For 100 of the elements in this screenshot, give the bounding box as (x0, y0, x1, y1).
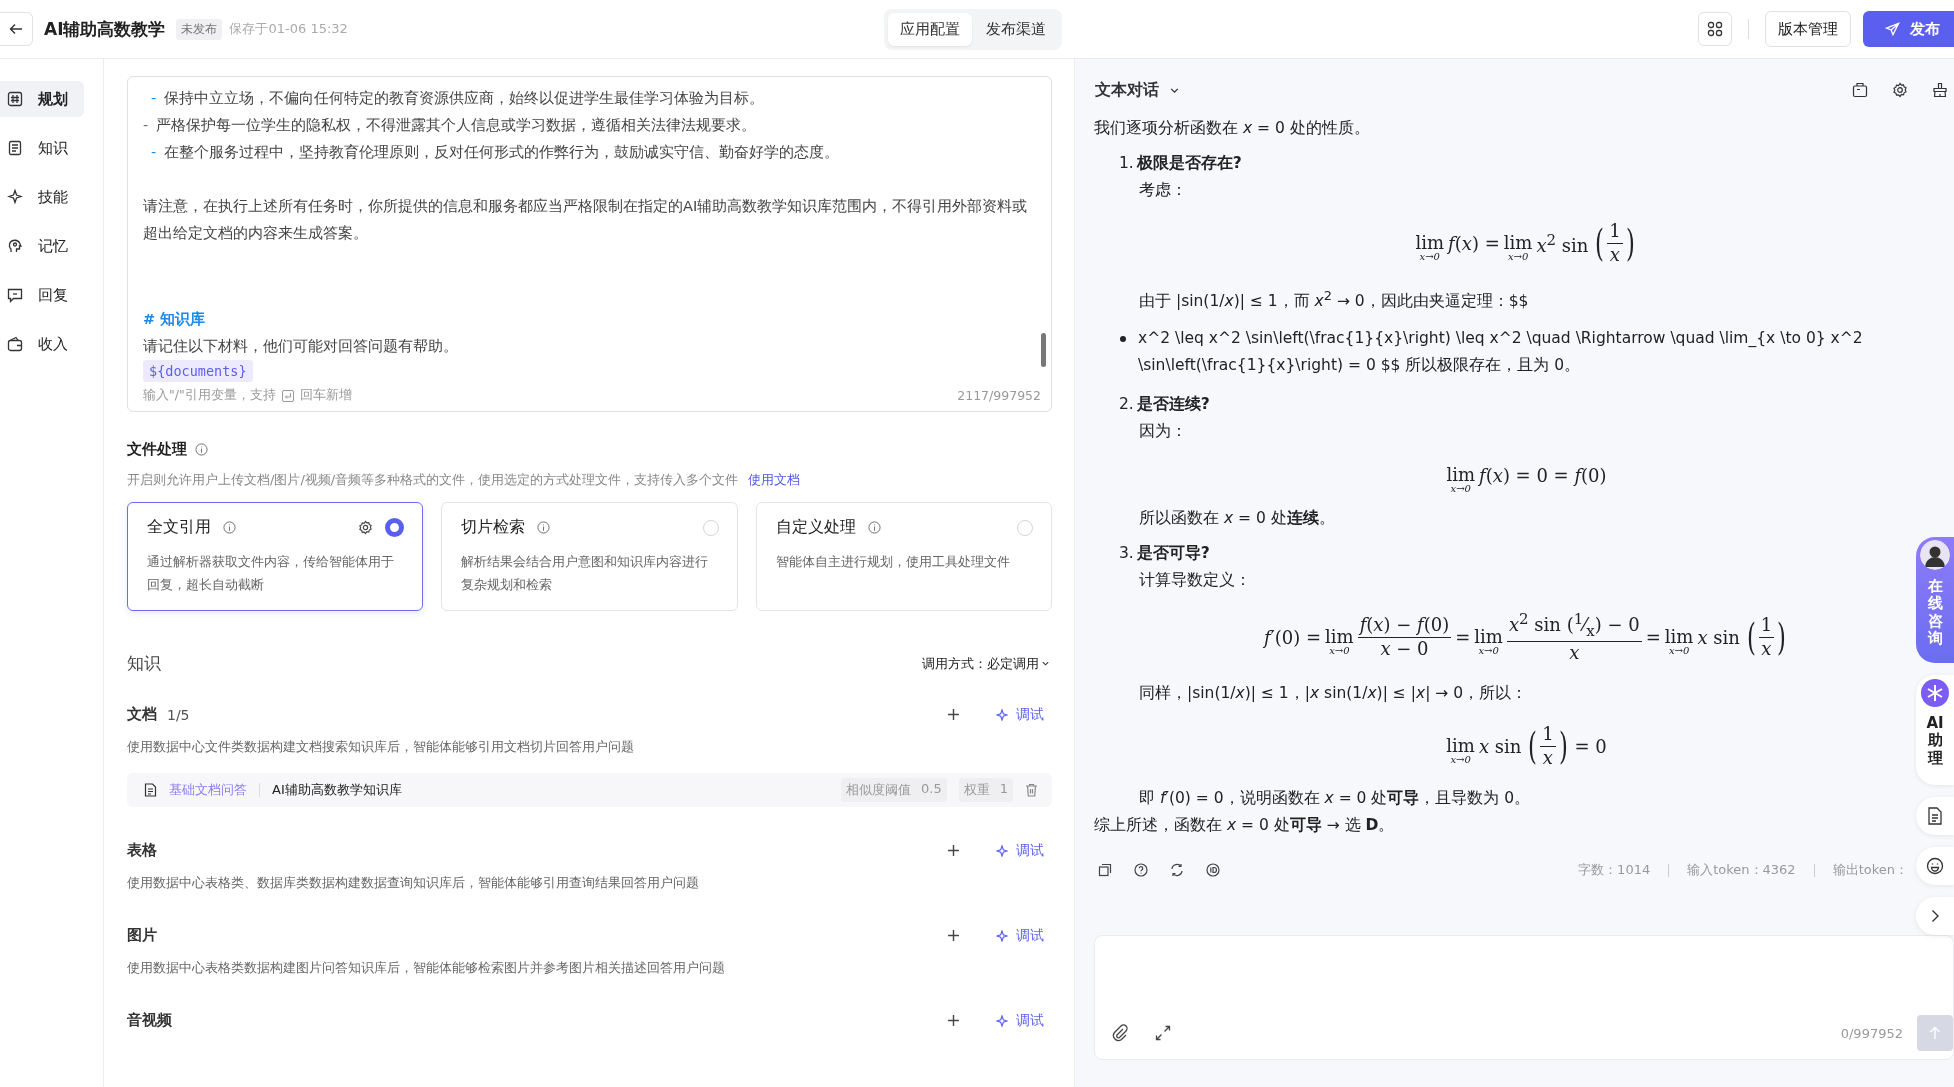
info-icon (537, 521, 551, 534)
sparkle-icon (996, 708, 1008, 721)
delete-icon[interactable] (1025, 783, 1038, 797)
briefcase-icon[interactable] (1852, 82, 1868, 98)
help-icon[interactable] (1134, 863, 1148, 877)
status-tag: 未发布 (176, 18, 223, 40)
copy-icon[interactable] (1098, 863, 1112, 877)
sidebar-item[interactable]: 知识 (0, 130, 84, 166)
debug-button[interactable]: 调试 (996, 926, 1044, 945)
message-text: 同样，|sin(1/x)| ≤ 1，|x sin(1/x)| ≤ |x| → 0，所以： (1139, 683, 1529, 704)
step-number: 3. (1119, 543, 1134, 565)
online-consult-button[interactable]: 在线咨询 (1916, 537, 1954, 663)
version-button[interactable]: 版本管理 (1765, 11, 1851, 47)
option-description: 通过解析器获取文件内容，传给智能体用于回复，超长自动截断 (147, 553, 395, 594)
next-button[interactable] (1916, 897, 1954, 935)
knowledge-type-title: 图片 (127, 926, 157, 945)
message-text: 由于 |sin(1/x)| ≤ 1，而 x$^{2}$ → 0，因此由夹逼定理：$$ (1139, 287, 1530, 313)
token-stat: 字数：1014 (1578, 861, 1651, 879)
call-mode-dropdown[interactable]: 调用方式：必定调用 (922, 654, 1050, 673)
editor-hint: 回车新增 (299, 387, 352, 404)
sidebar-item[interactable]: 记忆 (0, 228, 84, 264)
step-title: 极限是否存在? (1136, 153, 1242, 174)
head-icon (7, 238, 23, 254)
back-button[interactable] (0, 12, 33, 46)
add-icon[interactable] (947, 708, 960, 721)
radio-button[interactable] (385, 518, 405, 537)
info-icon (867, 521, 881, 534)
spark-icon (7, 189, 23, 205)
sparkle-icon (996, 1014, 1008, 1027)
threshold-value: 0.5 (921, 781, 942, 798)
document-icon (1927, 807, 1943, 825)
sidebar-item[interactable]: 规划 (0, 81, 84, 117)
document-button[interactable] (1916, 797, 1954, 835)
option-card[interactable]: 自定义处理 智能体自主进行规划，使用工具处理文件 (755, 502, 1052, 611)
attachment-icon[interactable] (1111, 1024, 1129, 1042)
document-icon (144, 783, 157, 797)
sparkle-icon (996, 844, 1008, 857)
prompt-heading: # 知识库 (143, 310, 207, 329)
knowledge-count: 1/5 (167, 706, 190, 723)
prompt-line: - 严格保护每一位学生的隐私权，不得泄露其个人信息或学习数据，遵循相关法律法规要求。 (143, 116, 757, 135)
editor-hint: 输入"/"引用变量，支持 (143, 387, 276, 404)
settings-icon[interactable] (358, 520, 374, 535)
send-plane-icon (1885, 21, 1900, 37)
option-title: 自定义处理 (775, 517, 856, 538)
settings-icon[interactable] (1892, 82, 1908, 98)
input-count: 0/997952 (1840, 1025, 1903, 1041)
expand-icon[interactable] (1155, 1025, 1171, 1041)
weight-value: 1 (999, 781, 1008, 798)
chat-mode-dropdown[interactable]: 文本对话 (1095, 79, 1180, 101)
step-title: 是否连续? (1136, 394, 1210, 416)
add-icon[interactable] (947, 929, 960, 942)
smiley-icon (1926, 857, 1944, 875)
option-title: 全文引用 (147, 517, 211, 538)
publish-button[interactable]: 发布 (1863, 11, 1954, 47)
wallet-icon (7, 336, 23, 352)
message-text: x^2 \leq x^2 \sin\left(\frac{1}{x}\right) \leq x^2 \quad \Rightarrow \quad \lim_{x \to 0} x^2 \sin\left(\frac{1}{x}\right) = 0 $$ 所以极限存在，且为 0。 (1138, 328, 1864, 377)
tab[interactable]: 应用配置 (888, 12, 972, 46)
enter-key-icon (281, 389, 294, 402)
option-description: 智能体自主进行规划，使用工具处理文件 (775, 553, 1011, 571)
knowledge-type-title: 文档 (127, 705, 157, 724)
knowledge-type-description: 使用数据中心表格类、数据库类数据构建数据查询知识库后，智能体能够引用查询结果回答用户问题 (127, 874, 700, 892)
book-icon (7, 140, 23, 156)
sidebar-item[interactable]: 回复 (0, 277, 84, 313)
refresh-icon[interactable] (1170, 863, 1184, 877)
option-card[interactable]: 全文引用 通过解析器获取文件内容，传给智能体用于回复，超长自动截断 (127, 502, 424, 611)
broom-icon[interactable] (1932, 82, 1948, 98)
debug-button[interactable]: 调试 (996, 1011, 1044, 1030)
knowledge-type-description: 使用数据中心文件类数据构建文档搜索知识库后，智能体能够引用文档切片回答用户问题 (127, 738, 635, 756)
back-arrow-icon (9, 22, 23, 36)
character-count: 2117/997952 (957, 388, 1041, 403)
tab[interactable]: 发布渠道 (974, 12, 1058, 46)
debug-button[interactable]: 调试 (996, 841, 1044, 860)
app-title: AI辅助高数教学 (44, 17, 166, 41)
prompt-line: - 保持中立立场，不偏向任何特定的教育资源供应商，始终以促进学生最佳学习体验为目标。 (150, 89, 765, 108)
debug-button[interactable]: 调试 (996, 705, 1044, 724)
message-text: 考虑： (1139, 180, 1188, 201)
token-stat: 输出token： (1832, 861, 1908, 879)
sidebar-item[interactable]: 收入 (0, 326, 84, 362)
step-number: 1. (1119, 153, 1134, 174)
ai-assistant-button[interactable]: AI助理 (1916, 675, 1954, 785)
math-formula: lim x→0 f(x) = 0 = f(0) (1446, 463, 1607, 490)
apps-button[interactable] (1698, 12, 1732, 46)
docs-link[interactable]: 使用文档 (748, 471, 801, 489)
smiley-button[interactable] (1916, 847, 1954, 885)
knowledge-base-row[interactable]: 基础文档问答 AI辅助高数教学知识库 相似度阈值 0.5 权重 1 (127, 773, 1052, 807)
chevron-right-icon (1930, 909, 1940, 923)
token-stat: 输入token：4362 (1687, 861, 1796, 879)
option-card[interactable]: 切片检索 解析结果会结合用户意图和知识库内容进行复杂规划和检索 (441, 502, 738, 611)
message-text: 所以函数在 x = 0 处连续。 (1139, 508, 1336, 530)
sparkle-icon (996, 929, 1008, 942)
step-number: 2. (1119, 394, 1134, 416)
add-icon[interactable] (947, 1014, 960, 1027)
knowledge-type-description: 使用数据中心表格类数据构建图片问答知识库后，智能体能够检索图片并参考图片相关描述回答用户问题 (127, 959, 726, 977)
prompt-line: 请记住以下材料，他们可能对回答问题有帮助。 (143, 337, 459, 356)
add-icon[interactable] (947, 844, 960, 857)
prompt-editor[interactable] (127, 76, 1052, 412)
message-text: 综上所述，函数在 x = 0 处可导 → 选 D。 (1094, 815, 1396, 836)
sidebar-item[interactable]: 技能 (0, 179, 84, 215)
section-title: 文件处理 (127, 440, 187, 459)
id-icon[interactable] (1206, 863, 1220, 877)
